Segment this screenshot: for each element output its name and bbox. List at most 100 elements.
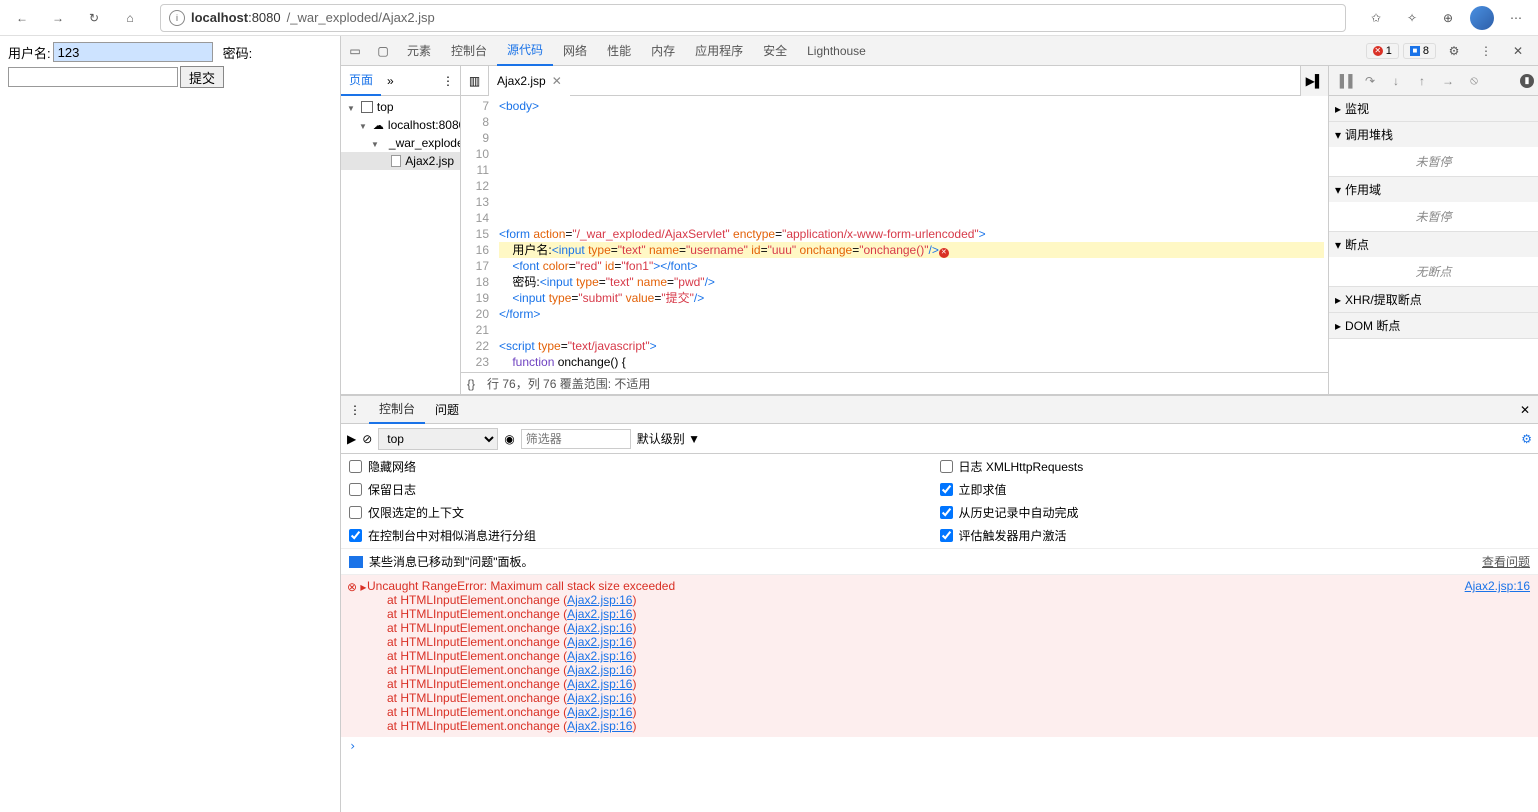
stack-link[interactable]: Ajax2.jsp:16: [567, 719, 632, 733]
tab-lighthouse[interactable]: Lighthouse: [797, 36, 876, 66]
error-source-link[interactable]: Ajax2.jsp:16: [1465, 579, 1530, 593]
tab-memory[interactable]: 内存: [641, 36, 685, 66]
tab-network[interactable]: 网络: [553, 36, 597, 66]
password-input[interactable]: [8, 67, 178, 87]
opt-eval-trigger[interactable]: 评估触发器用户激活: [940, 527, 1531, 544]
read-aloud-icon[interactable]: ✩: [1362, 4, 1390, 32]
opt-eager-eval[interactable]: 立即求值: [940, 481, 1531, 498]
stack-frame: at HTMLInputElement.onchange (Ajax2.jsp:…: [387, 649, 1530, 663]
devtools-panel: ▭ ▢ 元素 控制台 源代码 网络 性能 内存 应用程序 安全 Lighthou…: [340, 36, 1538, 812]
username-label: 用户名:: [8, 43, 51, 62]
toggle-navigator-icon[interactable]: ▥: [461, 66, 489, 96]
stack-frame: at HTMLInputElement.onchange (Ajax2.jsp:…: [387, 607, 1530, 621]
stack-link[interactable]: Ajax2.jsp:16: [567, 621, 632, 635]
stack-frame: at HTMLInputElement.onchange (Ajax2.jsp:…: [387, 719, 1530, 733]
xhr-header[interactable]: ▸ XHR/提取断点: [1329, 287, 1538, 312]
collections-icon[interactable]: ⊕: [1434, 4, 1462, 32]
issues-badge[interactable]: ■8: [1403, 43, 1436, 59]
opt-group-similar[interactable]: 在控制台中对相似消息进行分组: [349, 527, 940, 544]
home-button[interactable]: ⌂: [116, 4, 144, 32]
tab-sources[interactable]: 源代码: [497, 36, 553, 66]
breakpoints-header[interactable]: ▾ 断点: [1329, 232, 1538, 257]
navigator-menu-icon[interactable]: ⋮: [436, 74, 460, 88]
error-marker-icon[interactable]: ✕: [939, 248, 949, 258]
back-button[interactable]: ←: [8, 4, 36, 32]
filter-input[interactable]: [521, 429, 631, 449]
step-icon[interactable]: →: [1437, 70, 1459, 92]
toggle-debugger-icon[interactable]: ▶▌: [1300, 66, 1328, 96]
devtools-more-icon[interactable]: ⋮: [1472, 37, 1500, 65]
url-path: /_war_exploded/Ajax2.jsp: [287, 10, 435, 25]
tree-folder[interactable]: _war_exploded: [341, 134, 460, 152]
tab-application[interactable]: 应用程序: [685, 36, 753, 66]
opt-selected-ctx[interactable]: 仅限选定的上下文: [349, 504, 940, 521]
opt-hide-network[interactable]: 隐藏网络: [349, 458, 940, 475]
forward-button[interactable]: →: [44, 4, 72, 32]
pause-exceptions-icon[interactable]: ▮: [1520, 74, 1534, 88]
username-input[interactable]: [53, 42, 213, 62]
tree-host[interactable]: localhost:8080: [341, 116, 460, 134]
context-select[interactable]: top: [378, 428, 498, 450]
step-over-icon[interactable]: ↷: [1359, 70, 1381, 92]
settings-icon[interactable]: ⚙: [1440, 37, 1468, 65]
tab-console[interactable]: 控制台: [441, 36, 497, 66]
stack-link[interactable]: Ajax2.jsp:16: [567, 663, 632, 677]
reload-button[interactable]: ↻: [80, 4, 108, 32]
stack-link[interactable]: Ajax2.jsp:16: [567, 677, 632, 691]
step-into-icon[interactable]: ↓: [1385, 70, 1407, 92]
console-settings-icon[interactable]: ⚙: [1521, 432, 1532, 446]
navigator-more-icon[interactable]: »: [381, 74, 400, 88]
address-bar[interactable]: i localhost:8080/_war_exploded/Ajax2.jsp: [160, 4, 1346, 32]
submit-button[interactable]: 提交: [180, 66, 224, 88]
error-badge[interactable]: ✕1: [1366, 43, 1399, 59]
profile-avatar[interactable]: [1470, 6, 1494, 30]
device-icon[interactable]: ▢: [369, 36, 397, 66]
favorites-icon[interactable]: ✧: [1398, 4, 1426, 32]
close-tab-icon[interactable]: ✕: [552, 74, 562, 88]
drawer-tab-issues[interactable]: 问题: [425, 396, 469, 424]
inspect-icon[interactable]: ▭: [341, 36, 369, 66]
drawer-more-icon[interactable]: ⋮: [341, 403, 369, 417]
clear-console-icon[interactable]: ⊘: [362, 432, 372, 446]
console-prompt[interactable]: ›: [341, 737, 1538, 755]
debugger-sidebar: ▐▐ ↷ ↓ ↑ → ⦸ ▮ ▸ 监视 ▾ 调用堆栈未暂停 ▾ 作用域未暂停 ▾…: [1328, 66, 1538, 394]
dom-header[interactable]: ▸ DOM 断点: [1329, 313, 1538, 338]
eye-icon[interactable]: ◉: [504, 432, 514, 446]
devtools-tabs: ▭ ▢ 元素 控制台 源代码 网络 性能 内存 应用程序 安全 Lighthou…: [341, 36, 1538, 66]
stack-link[interactable]: Ajax2.jsp:16: [567, 691, 632, 705]
navigator-page-tab[interactable]: 页面: [341, 66, 381, 96]
tab-performance[interactable]: 性能: [597, 36, 641, 66]
drawer-tab-console[interactable]: 控制台: [369, 396, 425, 424]
code-area[interactable]: <body> <form action="/_war_exploded/Ajax…: [495, 96, 1328, 372]
stack-frame: at HTMLInputElement.onchange (Ajax2.jsp:…: [387, 691, 1530, 705]
pause-icon[interactable]: ▐▐: [1333, 70, 1355, 92]
drawer-close-icon[interactable]: ✕: [1512, 403, 1538, 417]
opt-log-xhr[interactable]: 日志 XMLHttpRequests: [940, 458, 1531, 475]
console-drawer: ⋮ 控制台 问题 ✕ ▶ ⊘ top ◉ 默认级别 ▼ ⚙ 隐藏网络 保留日志 …: [341, 395, 1538, 812]
stack-link[interactable]: Ajax2.jsp:16: [567, 705, 632, 719]
stack-link[interactable]: Ajax2.jsp:16: [567, 635, 632, 649]
stack-link[interactable]: Ajax2.jsp:16: [567, 593, 632, 607]
devtools-close-icon[interactable]: ✕: [1504, 37, 1532, 65]
callstack-header[interactable]: ▾ 调用堆栈: [1329, 122, 1538, 147]
tab-security[interactable]: 安全: [753, 36, 797, 66]
tree-file[interactable]: Ajax2.jsp: [341, 152, 460, 170]
log-level[interactable]: 默认级别 ▼: [637, 430, 700, 447]
tree-top[interactable]: top: [341, 98, 460, 116]
editor-tab[interactable]: Ajax2.jsp✕: [489, 66, 570, 96]
deactivate-bp-icon[interactable]: ⦸: [1463, 70, 1485, 92]
browser-toolbar: ← → ↻ ⌂ i localhost:8080/_war_exploded/A…: [0, 0, 1538, 36]
opt-autocomplete[interactable]: 从历史记录中自动完成: [940, 504, 1531, 521]
stack-link[interactable]: Ajax2.jsp:16: [567, 649, 632, 663]
scope-header[interactable]: ▾ 作用域: [1329, 177, 1538, 202]
play-icon[interactable]: ▶: [347, 432, 356, 446]
opt-preserve-log[interactable]: 保留日志: [349, 481, 940, 498]
stack-link[interactable]: Ajax2.jsp:16: [567, 607, 632, 621]
stack-frame: at HTMLInputElement.onchange (Ajax2.jsp:…: [387, 593, 1530, 607]
more-icon[interactable]: ⋯: [1502, 4, 1530, 32]
watch-header[interactable]: ▸ 监视: [1329, 96, 1538, 121]
view-issues-link[interactable]: 查看问题: [1482, 553, 1530, 570]
step-out-icon[interactable]: ↑: [1411, 70, 1433, 92]
tab-elements[interactable]: 元素: [397, 36, 441, 66]
braces-icon[interactable]: {}: [467, 377, 475, 391]
